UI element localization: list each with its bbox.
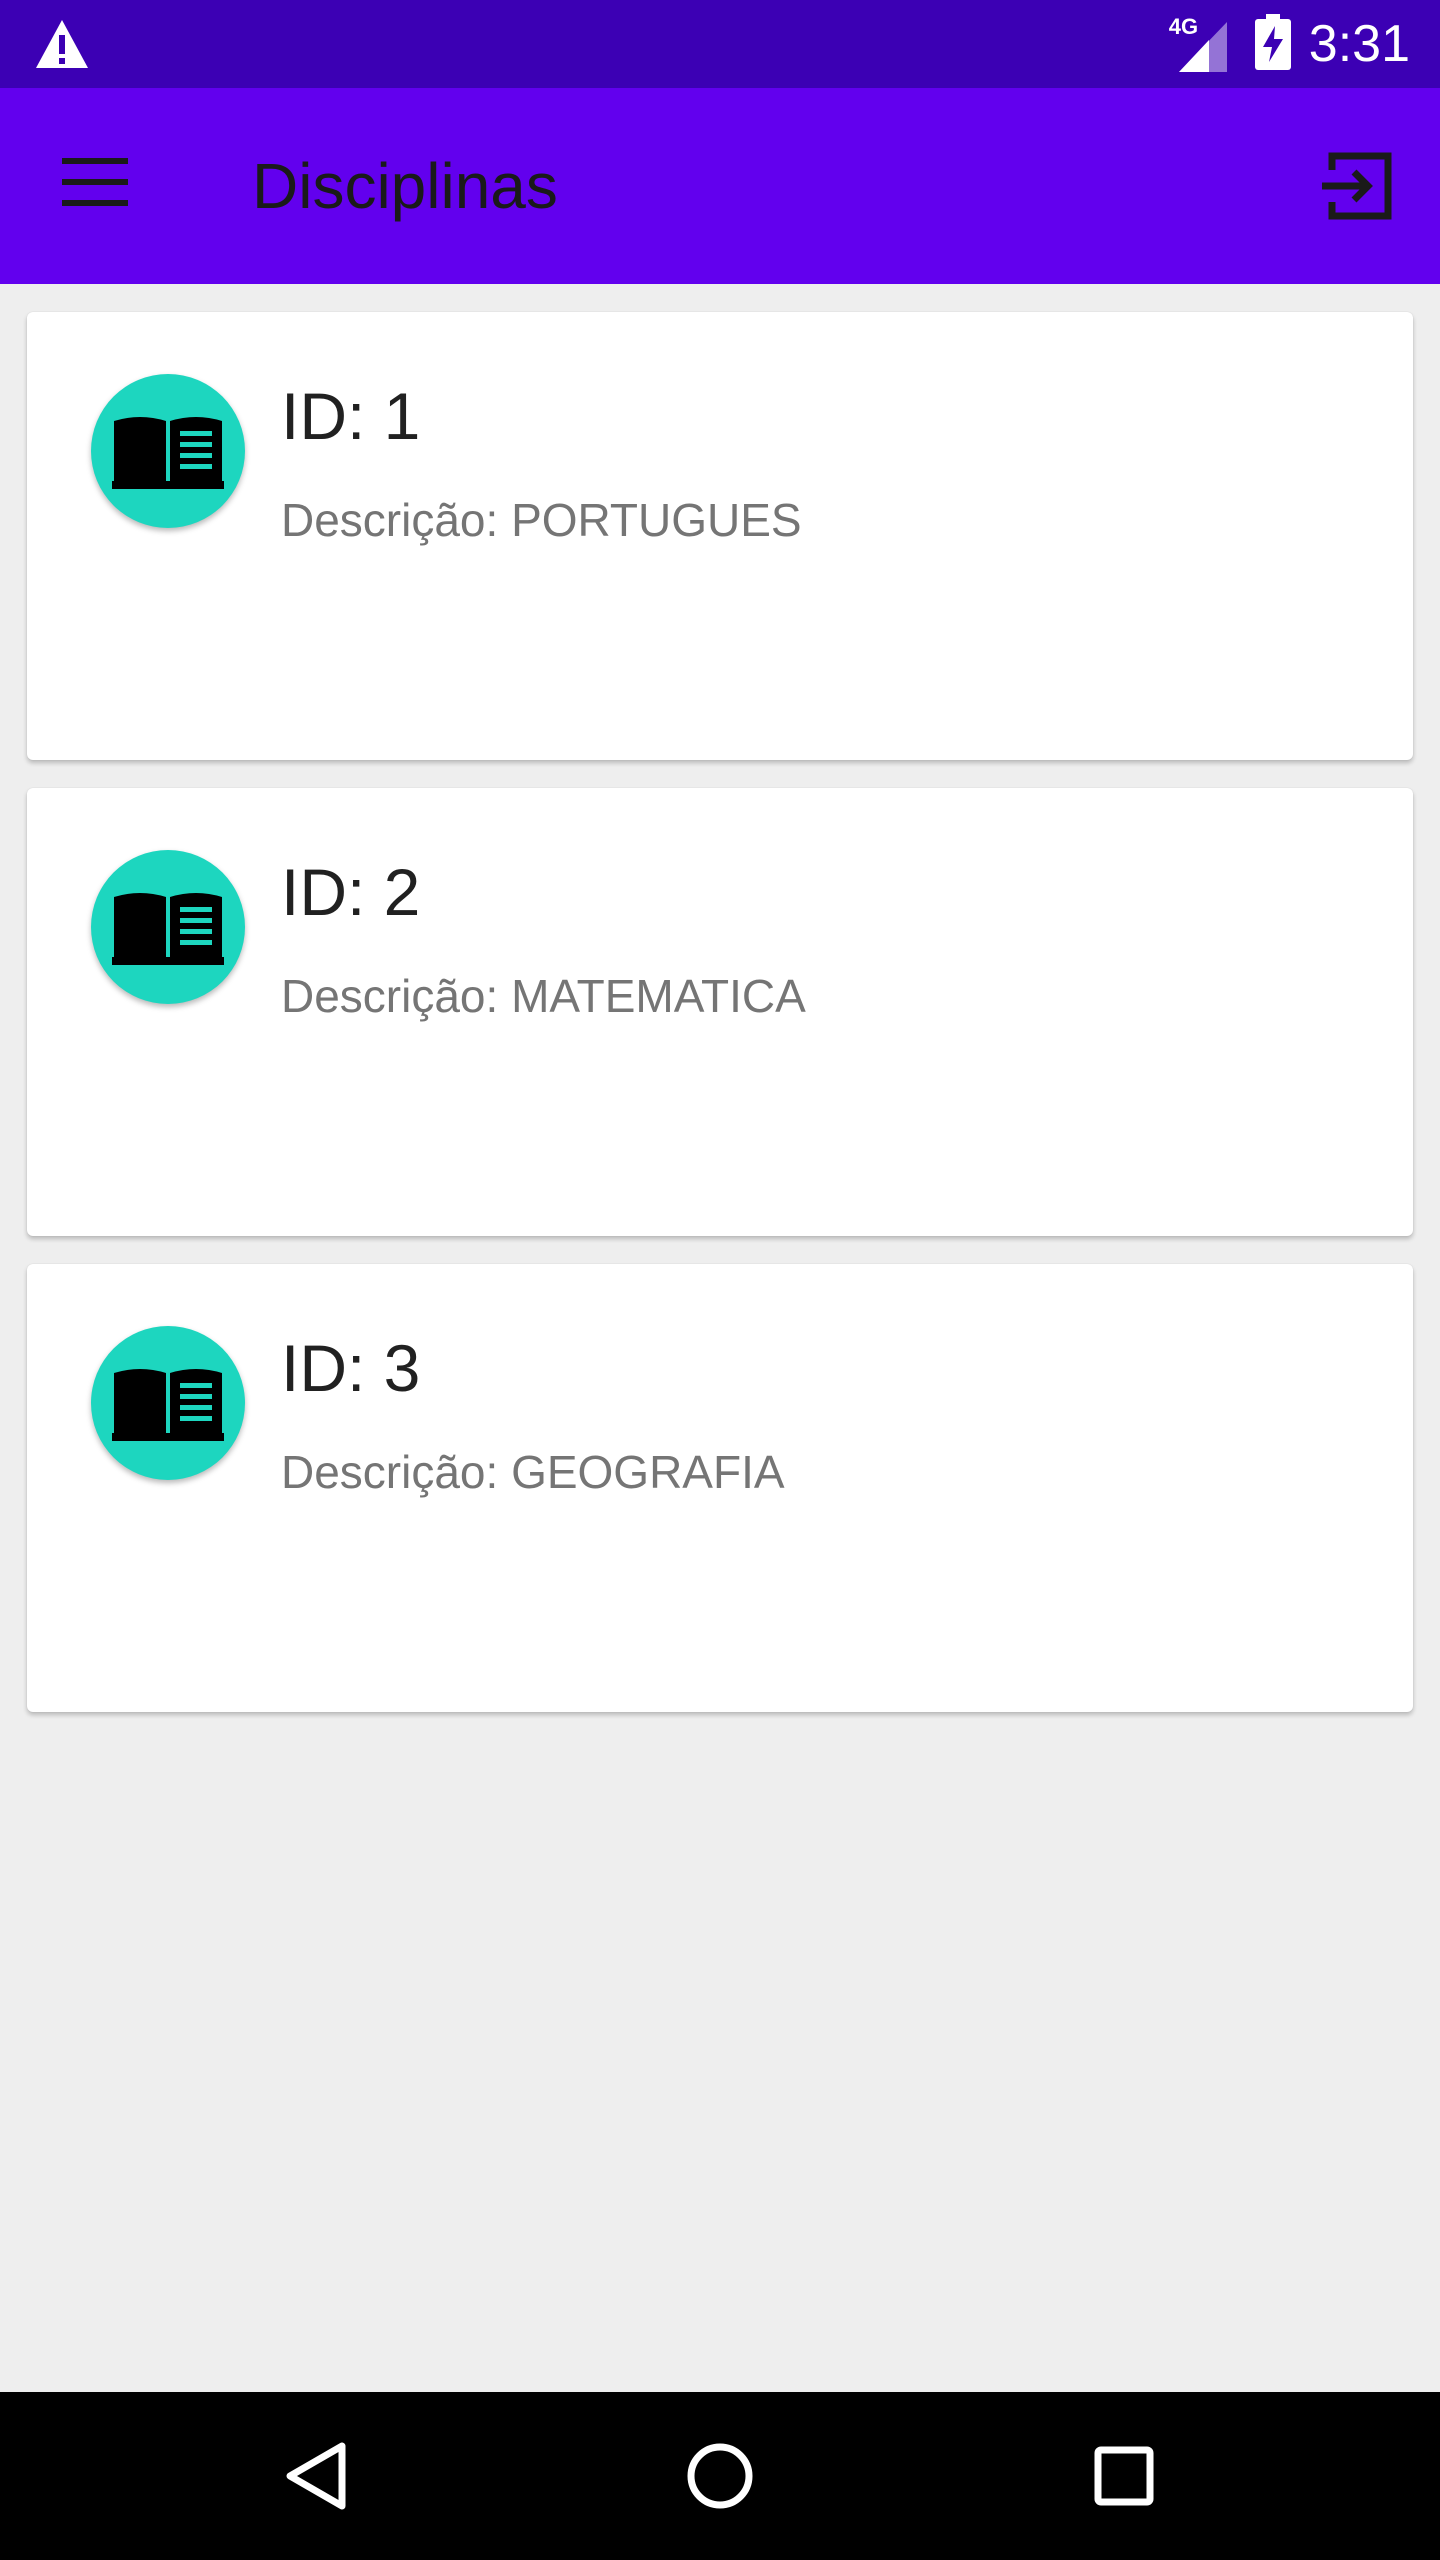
exit-to-app-icon[interactable] (1318, 146, 1398, 226)
back-icon[interactable] (270, 2430, 362, 2522)
book-icon (91, 850, 245, 1004)
alert-icon (34, 18, 90, 75)
disciplina-id: ID: 1 (281, 379, 421, 453)
book-icon (91, 374, 245, 528)
disciplina-descricao: Descrição: GEOGRAFIA (281, 1446, 785, 1498)
app-bar: Disciplinas (0, 88, 1440, 284)
disciplina-descricao: Descrição: MATEMATICA (281, 970, 806, 1022)
hamburger-menu-icon[interactable] (62, 154, 132, 210)
disciplina-id: ID: 3 (281, 1331, 421, 1405)
disciplina-id: ID: 2 (281, 855, 421, 929)
disciplina-card[interactable]: ID: 1 Descrição: PORTUGUES (27, 312, 1413, 760)
navigation-bar (0, 2392, 1440, 2560)
battery-charging-icon (1254, 13, 1291, 75)
recents-icon[interactable] (1078, 2430, 1170, 2522)
status-bar: 4G 3:31 (0, 0, 1440, 88)
home-icon[interactable] (674, 2430, 766, 2522)
status-time: 3:31 (1308, 15, 1410, 73)
page-title: Disciplinas (252, 150, 558, 222)
disciplina-card[interactable]: ID: 2 Descrição: MATEMATICA (27, 788, 1413, 1236)
signal-icon: 4G (1169, 14, 1231, 74)
book-icon (91, 1326, 245, 1480)
disciplina-descricao: Descrição: PORTUGUES (281, 494, 802, 546)
disciplina-card[interactable]: ID: 3 Descrição: GEOGRAFIA (27, 1264, 1413, 1712)
disciplinas-list: ID: 1 Descrição: PORTUGUES ID: 2 Descriç… (27, 312, 1413, 1740)
